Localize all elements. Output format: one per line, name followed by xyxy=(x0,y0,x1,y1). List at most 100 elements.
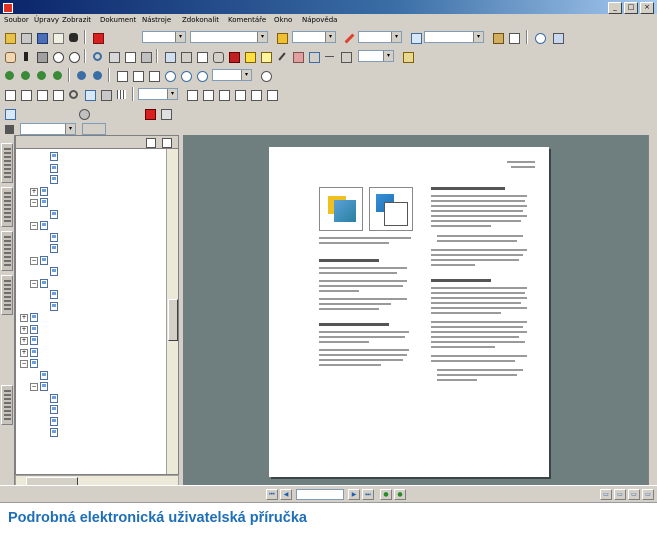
print-button[interactable] xyxy=(18,30,32,44)
tab-bookmarks[interactable] xyxy=(1,143,13,183)
snapshot-button[interactable] xyxy=(34,49,48,63)
page-number-field[interactable] xyxy=(296,489,344,500)
close-icon[interactable] xyxy=(146,138,156,148)
measure-button[interactable] xyxy=(400,49,414,63)
zoom-tool-button[interactable] xyxy=(162,68,176,82)
export-dropdown[interactable]: ▾ xyxy=(292,31,336,43)
task-button-c[interactable] xyxy=(142,106,156,120)
create-pdf-button[interactable] xyxy=(90,30,104,44)
single-page-button[interactable] xyxy=(2,87,16,101)
tab-pages[interactable] xyxy=(1,187,13,227)
close-button[interactable]: × xyxy=(640,2,654,14)
properties-dropdown[interactable]: ▾ xyxy=(358,50,394,62)
expand-icon[interactable]: + xyxy=(30,187,38,196)
next-page-button[interactable] xyxy=(34,68,48,82)
collapse-icon[interactable]: − xyxy=(30,383,38,391)
maximize-button[interactable]: □ xyxy=(624,2,638,14)
view-option-1-button[interactable] xyxy=(184,87,198,101)
menu-file[interactable]: Soubor xyxy=(2,14,31,26)
go-back-status-button[interactable]: ● xyxy=(380,489,392,500)
navigation-go-button[interactable] xyxy=(82,123,106,135)
help-button[interactable] xyxy=(532,30,546,44)
pencil-button[interactable] xyxy=(274,49,288,63)
hand-tool-button[interactable] xyxy=(2,49,16,63)
continuous-facing-button[interactable] xyxy=(50,87,64,101)
zoom-in-button[interactable] xyxy=(50,49,64,63)
zoom-out-button[interactable] xyxy=(66,49,80,63)
navigation-toggle-button[interactable] xyxy=(2,122,16,136)
menu-edit[interactable]: Úpravy xyxy=(32,14,61,26)
select-dropdown[interactable]: ▾ xyxy=(138,88,178,100)
menu-help[interactable]: Nápověda xyxy=(300,14,339,26)
zoom-in-small-button[interactable] xyxy=(258,68,272,82)
layout-single-button[interactable]: ▭ xyxy=(600,489,612,500)
create-pdf-dropdown[interactable]: ▾ xyxy=(142,31,186,43)
text-touchup-button[interactable] xyxy=(122,49,136,63)
expand-icon[interactable] xyxy=(162,138,172,148)
rotate-button[interactable] xyxy=(90,49,104,63)
eraser-button[interactable] xyxy=(290,49,304,63)
view-option-4-button[interactable] xyxy=(232,87,246,101)
select-tool-button[interactable] xyxy=(18,49,32,63)
document-view[interactable] xyxy=(183,135,648,485)
full-screen-button[interactable] xyxy=(98,87,112,101)
bookmarks-scrollbar[interactable] xyxy=(166,149,178,474)
view-option-3-button[interactable] xyxy=(216,87,230,101)
combine-files-dropdown[interactable]: ▾ xyxy=(190,31,268,43)
next-view-button[interactable] xyxy=(90,68,104,82)
review-dropdown[interactable]: ▾ xyxy=(424,31,484,43)
menu-comments[interactable]: Komentáře xyxy=(226,14,268,26)
email-button[interactable] xyxy=(50,30,64,44)
menu-view[interactable]: Zobrazit xyxy=(60,14,93,26)
view-option-5-button[interactable] xyxy=(248,87,262,101)
first-page-status-button[interactable]: ⏮ xyxy=(266,489,278,500)
tab-attachments[interactable] xyxy=(1,385,13,425)
prev-page-button[interactable] xyxy=(18,68,32,82)
crop-tool-button[interactable] xyxy=(178,49,192,63)
menu-window[interactable]: Okno xyxy=(272,14,294,26)
last-page-status-button[interactable]: ⏭ xyxy=(362,489,374,500)
object-tool-button[interactable] xyxy=(138,49,152,63)
line-button[interactable] xyxy=(322,49,336,63)
sign-dropdown[interactable]: ▾ xyxy=(358,31,402,43)
collapse-icon[interactable]: − xyxy=(30,199,38,207)
shapes-button[interactable] xyxy=(306,49,320,63)
scroll-thumb[interactable] xyxy=(168,299,178,341)
expand-icon[interactable]: + xyxy=(20,337,28,345)
task-button-a[interactable] xyxy=(2,106,16,120)
attach-button[interactable] xyxy=(210,49,224,63)
view-option-2-button[interactable] xyxy=(200,87,214,101)
toolbar-extra-button[interactable] xyxy=(550,30,564,44)
review-button[interactable] xyxy=(408,30,422,44)
menu-document[interactable]: Dokument xyxy=(98,14,138,26)
next-page-status-button[interactable]: ▶ xyxy=(348,489,360,500)
first-page-button[interactable] xyxy=(2,68,16,82)
sign-button[interactable] xyxy=(342,30,356,44)
previous-view-button[interactable] xyxy=(74,68,88,82)
zoom-plus-button[interactable] xyxy=(194,68,208,82)
expand-icon[interactable]: + xyxy=(20,325,28,334)
layout-facing-button[interactable]: ▭ xyxy=(628,489,640,500)
menu-tools[interactable]: Nástroje xyxy=(140,14,173,26)
grid-button[interactable] xyxy=(114,87,128,101)
zoom-level-dropdown[interactable]: ▾ xyxy=(212,69,252,81)
navigation-field[interactable]: ▾ xyxy=(20,123,76,135)
last-page-button[interactable] xyxy=(50,68,64,82)
collapse-icon[interactable]: − xyxy=(30,256,38,265)
expand-icon[interactable]: + xyxy=(20,314,28,322)
stamp-button[interactable] xyxy=(226,49,240,63)
columns-button[interactable] xyxy=(338,49,352,63)
collapse-icon[interactable]: − xyxy=(30,279,38,288)
task-button-b[interactable] xyxy=(76,106,90,120)
tab-signatures[interactable] xyxy=(1,275,13,315)
fit-width-button[interactable] xyxy=(114,68,128,82)
highlight-button[interactable] xyxy=(242,49,256,63)
search-button[interactable] xyxy=(66,30,80,44)
forms-button[interactable] xyxy=(506,30,520,44)
expand-icon[interactable]: + xyxy=(20,348,28,357)
view-option-6-button[interactable] xyxy=(264,87,278,101)
continuous-button[interactable] xyxy=(18,87,32,101)
prev-page-status-button[interactable]: ◀ xyxy=(280,489,292,500)
rotate-view-button[interactable] xyxy=(66,87,80,101)
go-forward-status-button[interactable]: ● xyxy=(394,489,406,500)
